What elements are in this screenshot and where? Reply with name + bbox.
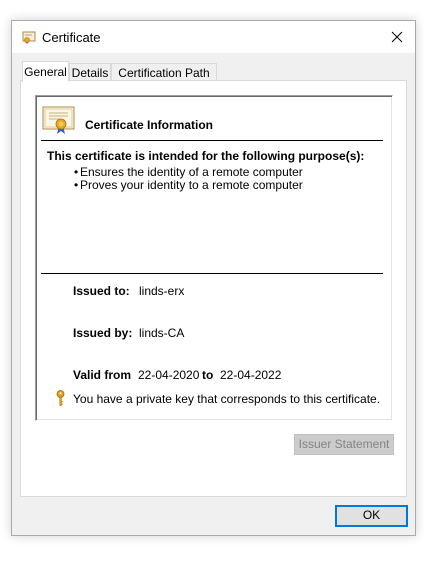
valid-from-label: Valid from <box>73 368 132 382</box>
divider <box>41 273 383 274</box>
private-key-note: You have a private key that corresponds … <box>73 392 381 406</box>
certificate-icon <box>42 106 75 134</box>
tab-details[interactable]: Details <box>69 63 111 81</box>
issued-by-label: Issued by: <box>73 326 133 340</box>
certificate-dialog: Certificate General Details Certificatio… <box>11 20 416 536</box>
title-bar[interactable]: Certificate <box>12 21 415 53</box>
tab-general[interactable]: General <box>22 61 69 82</box>
issuer-statement-button[interactable]: Issuer Statement <box>294 434 394 455</box>
certificate-info-box: Certificate Information This certificate… <box>35 95 393 421</box>
ok-button[interactable]: OK <box>335 505 408 527</box>
valid-to-value: 22-04-2022 <box>220 368 282 382</box>
valid-from-value: 22-04-2020 <box>138 368 200 382</box>
list-item: • Proves your identity to a remote comput… <box>74 178 303 192</box>
purpose-title: This certificate is intended for the fol… <box>47 149 365 163</box>
window-title: Certificate <box>42 30 101 45</box>
general-tab-panel: Certificate Information This certificate… <box>20 80 407 497</box>
close-button[interactable] <box>379 21 415 53</box>
tab-certification-path[interactable]: Certification Path <box>111 63 217 81</box>
issued-to-label: Issued to: <box>73 284 130 298</box>
certificate-information-heading: Certificate Information <box>85 118 214 132</box>
issued-by-value: linds-CA <box>139 326 185 340</box>
divider <box>41 140 383 141</box>
issued-to-value: linds-erx <box>139 284 185 298</box>
close-icon <box>391 31 403 43</box>
key-icon <box>56 390 65 406</box>
certificate-icon <box>22 31 36 44</box>
valid-to-label: to <box>202 368 214 382</box>
purpose-list: • Ensures the identity of a remote comput… <box>74 166 303 192</box>
